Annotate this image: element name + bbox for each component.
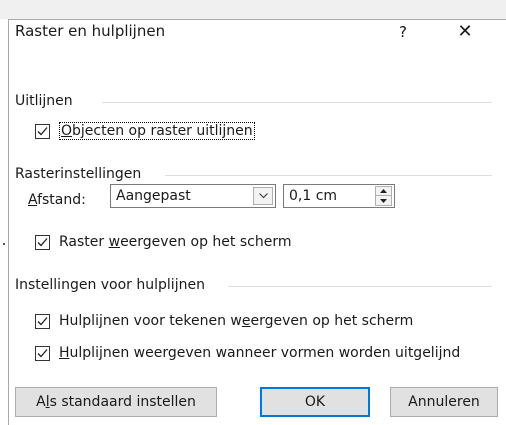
chevron-down-icon[interactable] [253, 187, 273, 205]
close-icon[interactable]: ✕ [457, 21, 472, 42]
snap-to-grid-checkbox-row[interactable]: Objecten op raster uitlijnen [35, 122, 255, 140]
snap-to-grid-checkbox[interactable] [35, 123, 50, 139]
section-heading-guides: Instellingen voor hulplijnen [15, 277, 205, 293]
spacing-stepper[interactable] [375, 186, 392, 206]
section-divider [102, 102, 492, 103]
window-top-strip [0, 0, 506, 19]
ok-button[interactable]: OK [260, 387, 370, 417]
help-button[interactable]: ? [388, 17, 418, 47]
checkmark-icon [37, 316, 48, 325]
grid-and-guides-dialog [8, 19, 506, 425]
section-divider [228, 286, 492, 287]
close-button[interactable]: ✕ [448, 17, 482, 47]
spacing-label: Afstand: [28, 192, 86, 208]
spacing-preset-select[interactable]: Aangepast [110, 184, 276, 208]
smart-guides-label: Hulplijnen weergeven wanneer vormen word… [59, 345, 461, 361]
set-as-default-button[interactable]: Als standaard instellen [15, 387, 217, 417]
drawing-guides-checkbox[interactable] [35, 313, 50, 329]
dialog-title: Raster en hulplijnen [15, 22, 166, 40]
snap-to-grid-label: Objecten op raster uitlijnen [59, 122, 255, 140]
show-grid-checkbox[interactable] [35, 234, 50, 250]
section-divider [165, 175, 492, 176]
show-grid-label: Raster weergeven op het scherm [59, 234, 292, 250]
spin-up-icon[interactable] [375, 186, 392, 196]
checkmark-icon [37, 237, 48, 246]
drawing-guides-checkbox-row[interactable]: Hulplijnen voor tekenen weergeven op het… [35, 313, 413, 329]
drawing-guides-label: Hulplijnen voor tekenen weergeven op het… [59, 313, 414, 329]
spin-down-icon[interactable] [375, 196, 392, 206]
cursor-dot [3, 243, 5, 245]
cancel-button[interactable]: Annuleren [390, 387, 498, 417]
checkmark-icon [37, 348, 48, 357]
smart-guides-checkbox-row[interactable]: Hulplijnen weergeven wanneer vormen word… [35, 345, 460, 361]
smart-guides-checkbox[interactable] [35, 345, 50, 361]
spacing-value: 0,1 cm [289, 188, 338, 204]
section-heading-align: Uitlijnen [15, 93, 73, 109]
show-grid-checkbox-row[interactable]: Raster weergeven op het scherm [35, 234, 291, 250]
section-heading-grid: Rasterinstellingen [15, 166, 142, 182]
spacing-value-input[interactable]: 0,1 cm [283, 184, 395, 208]
checkmark-icon [37, 126, 48, 135]
spacing-preset-value: Aangepast [116, 188, 191, 204]
